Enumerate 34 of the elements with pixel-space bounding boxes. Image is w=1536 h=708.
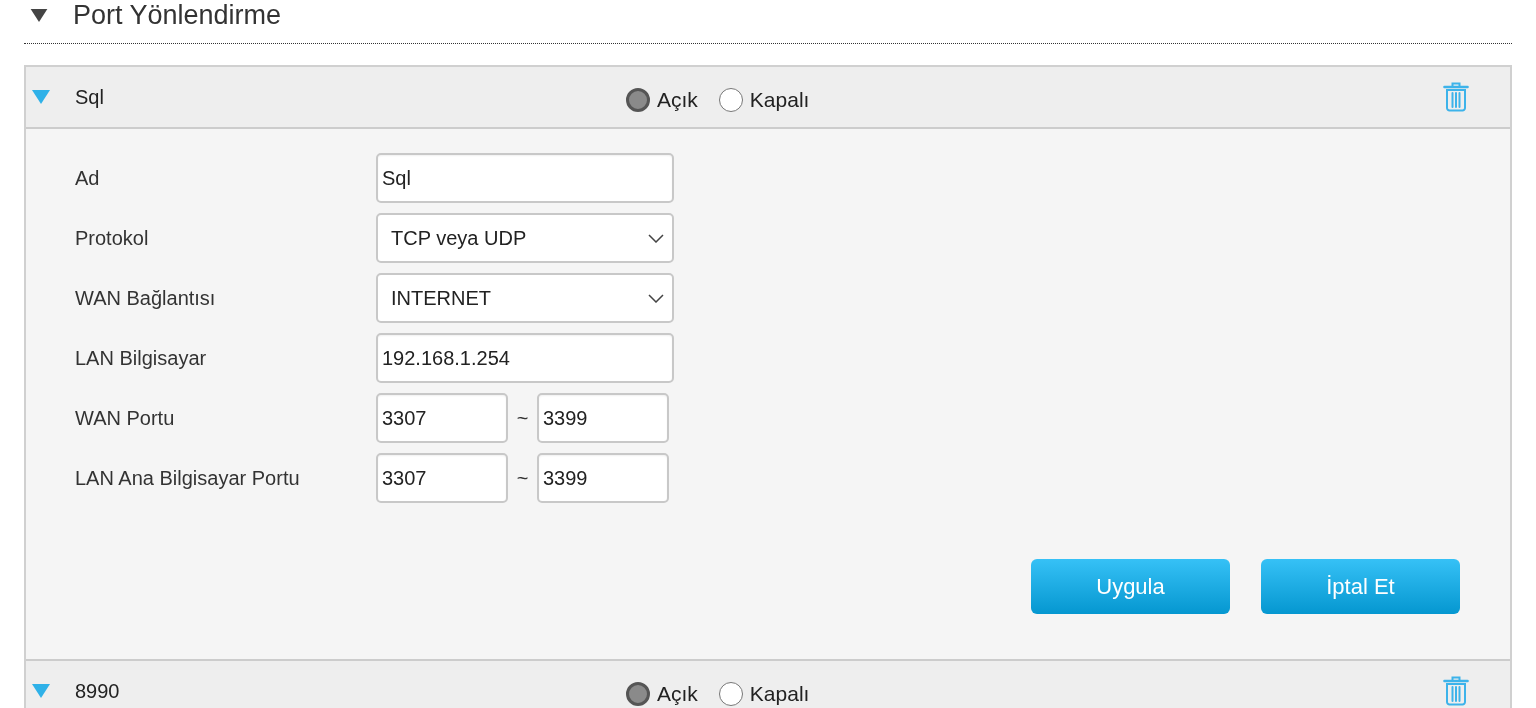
port-to-field[interactable]: 3399 xyxy=(537,393,669,443)
select-field[interactable]: INTERNET xyxy=(376,273,674,323)
section-title: Port Yönlendirme xyxy=(73,0,282,30)
range-separator: ~ xyxy=(515,406,530,430)
radio-button[interactable] xyxy=(718,682,743,706)
trash-icon[interactable] xyxy=(1443,676,1469,706)
radio-label[interactable]: Kapalı xyxy=(749,88,810,112)
port-from-field[interactable]: 3307 xyxy=(376,393,508,443)
radio-label[interactable]: Kapalı xyxy=(749,682,810,706)
port-to-field[interactable]: 3399 xyxy=(537,453,669,503)
chevron-down-icon xyxy=(648,293,664,303)
trash-icon[interactable] xyxy=(1443,82,1469,112)
field-label: Protokol xyxy=(75,226,150,250)
rule-name: Sql xyxy=(75,85,104,109)
radio-button[interactable] xyxy=(626,682,650,706)
field-label: LAN Bilgisayar xyxy=(75,346,208,370)
radio-button[interactable] xyxy=(718,88,743,112)
radio-button[interactable] xyxy=(626,88,650,112)
text-field[interactable]: 192.168.1.254 xyxy=(376,333,674,383)
expand-triangle-icon[interactable] xyxy=(32,90,50,104)
radio-label[interactable]: Açık xyxy=(657,88,698,112)
radio-label[interactable]: Açık xyxy=(657,682,698,706)
collapse-triangle-icon[interactable] xyxy=(30,8,48,22)
select-field[interactable]: TCP veya UDP xyxy=(376,213,674,263)
field-label: LAN Ana Bilgisayar Portu xyxy=(75,466,301,490)
rule-name: 8990 xyxy=(75,679,120,703)
text-field[interactable]: Sql xyxy=(376,153,674,203)
chevron-down-icon xyxy=(648,233,664,243)
expand-triangle-icon[interactable] xyxy=(32,684,50,698)
port-from-field[interactable]: 3307 xyxy=(376,453,508,503)
field-label: WAN Portu xyxy=(75,406,176,430)
field-label: Ad xyxy=(75,166,101,190)
range-separator: ~ xyxy=(515,466,530,490)
field-label: WAN Bağlantısı xyxy=(75,286,217,310)
